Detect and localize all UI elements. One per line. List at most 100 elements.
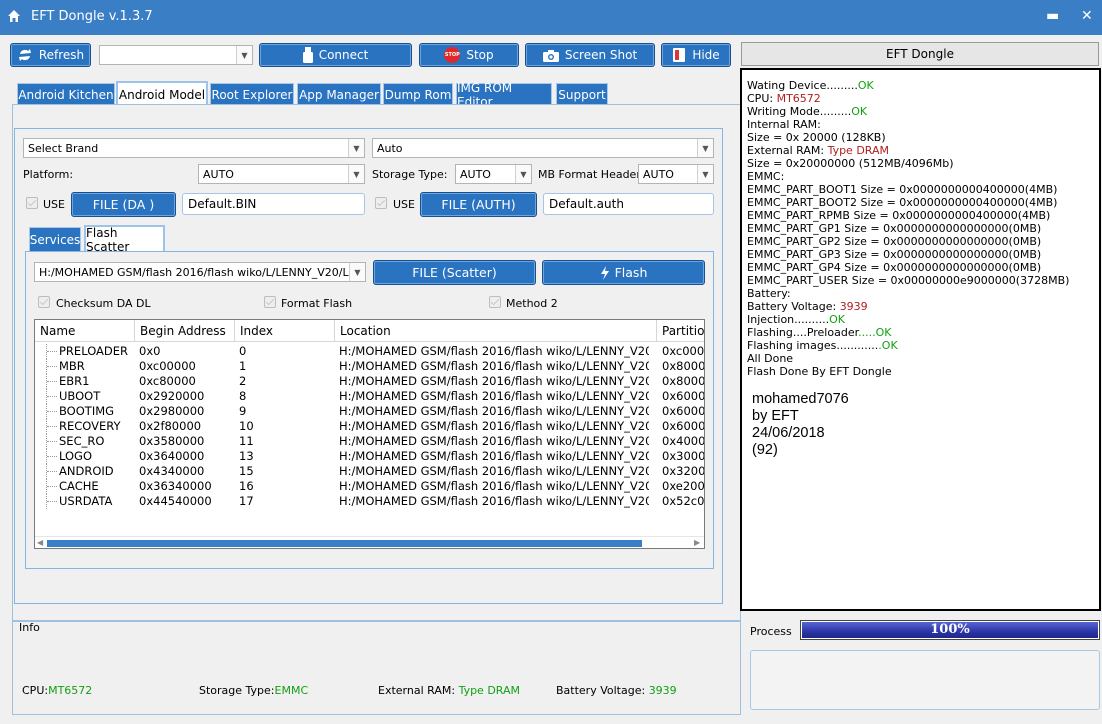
connect-label: Connect bbox=[318, 48, 369, 62]
cell-location: H:/MOHAMED GSM/flash 2016/flash wiko/L/L… bbox=[339, 434, 649, 448]
eft-dongle-header-button[interactable]: EFT Dongle bbox=[741, 42, 1099, 66]
cell-name: LOGO bbox=[59, 449, 93, 463]
brand-select[interactable]: Select Brand ▼ bbox=[23, 138, 365, 158]
cell-name: RECOVERY bbox=[59, 419, 121, 433]
connect-button[interactable]: Connect bbox=[259, 43, 412, 67]
cell-begin-address: 0x2920000 bbox=[139, 389, 205, 403]
cell-partitio: 0x80000 bbox=[662, 374, 705, 388]
flash-label: Flash bbox=[614, 265, 648, 280]
refresh-label: Refresh bbox=[38, 48, 85, 62]
minimize-icon[interactable]: ▬ bbox=[1046, 9, 1059, 23]
cell-begin-address: 0x0 bbox=[139, 344, 161, 358]
cell-partitio: 0x60000 bbox=[662, 404, 705, 418]
tree-branch bbox=[47, 501, 57, 502]
chevron-down-icon: ▼ bbox=[697, 165, 713, 183]
column-header-index[interactable]: Index bbox=[235, 320, 335, 342]
cell-name: ANDROID bbox=[59, 464, 114, 478]
cell-index: 15 bbox=[239, 464, 254, 478]
stop-button[interactable]: STOP Stop bbox=[419, 43, 519, 67]
column-header-begin-address[interactable]: Begin Address bbox=[135, 320, 235, 342]
storage-type-select[interactable]: AUTO ▼ bbox=[455, 164, 532, 184]
log-line: External RAM: Type DRAM bbox=[747, 144, 1099, 157]
scroll-right-icon[interactable]: ▶ bbox=[694, 538, 700, 547]
model-select-value: Auto bbox=[377, 141, 403, 155]
horizontal-scrollbar[interactable]: ◀ ▶ bbox=[35, 536, 704, 548]
partition-list[interactable]: Name Begin Address Index Location Partitio P… bbox=[34, 319, 705, 549]
log-segment: EMMC: bbox=[747, 170, 785, 183]
use-auth-checkbox[interactable] bbox=[375, 197, 387, 209]
camera-icon bbox=[542, 49, 559, 62]
cell-location: H:/MOHAMED GSM/flash 2016/flash wiko/L/L… bbox=[339, 374, 649, 388]
info-ram-label: External RAM: bbox=[378, 684, 459, 697]
log-segment: Injection.......... bbox=[747, 313, 830, 326]
cell-index: 11 bbox=[239, 434, 254, 448]
log-line: Flashing images.............OK bbox=[747, 339, 1099, 352]
log-segment: .OK bbox=[878, 339, 898, 352]
close-icon[interactable]: ✕ bbox=[1081, 8, 1093, 24]
info-title: Info bbox=[19, 621, 40, 634]
da-file-field[interactable]: Default.BIN bbox=[182, 193, 365, 215]
scrollbar-thumb[interactable] bbox=[47, 540, 642, 547]
tab-services[interactable]: Services bbox=[29, 227, 81, 252]
hide-button[interactable]: Hide bbox=[661, 43, 731, 67]
log-segment: EMMC_PART_GP3 Size = 0x0000000000000000(… bbox=[747, 248, 1042, 261]
format-flash-checkbox[interactable] bbox=[264, 296, 276, 308]
cell-index: 2 bbox=[239, 374, 247, 388]
cell-index: 17 bbox=[239, 494, 254, 508]
auth-file-field[interactable]: Default.auth bbox=[543, 193, 714, 215]
cell-partitio: 0xc0000 bbox=[662, 344, 705, 358]
storage-type-label: Storage Type: bbox=[372, 168, 448, 181]
log-segment: 3939 bbox=[839, 300, 868, 313]
cell-index: 8 bbox=[239, 389, 247, 403]
column-header-name[interactable]: Name bbox=[35, 320, 135, 342]
tab-flash-scatter[interactable]: Flash Scatter bbox=[84, 225, 165, 254]
file-scatter-button[interactable]: FILE (Scatter) bbox=[373, 260, 536, 285]
cell-index: 9 bbox=[239, 404, 247, 418]
column-header-location[interactable]: Location bbox=[335, 320, 657, 342]
log-segment: MT6572 bbox=[776, 92, 821, 105]
log-segment: Flash Done By EFT Dongle bbox=[747, 365, 892, 378]
log-segment: OK bbox=[857, 79, 874, 92]
cell-begin-address: 0x3640000 bbox=[139, 449, 205, 463]
info-cpu: CPU:MT6572 bbox=[22, 684, 92, 697]
platform-select-value: AUTO bbox=[203, 167, 234, 181]
checksum-checkbox[interactable] bbox=[38, 296, 50, 308]
screenshot-button[interactable]: Screen Shot bbox=[525, 43, 655, 67]
log-line: EMMC_PART_BOOT2 Size = 0x000000000040000… bbox=[747, 196, 1099, 209]
model-select[interactable]: Auto ▼ bbox=[372, 138, 714, 158]
cell-location: H:/MOHAMED GSM/flash 2016/flash wiko/L/L… bbox=[339, 389, 649, 403]
signature-block: mohamed7076 by EFT 24/06/2018 (92) bbox=[752, 391, 849, 459]
refresh-button[interactable]: Refresh bbox=[10, 43, 91, 67]
use-da-checkbox[interactable] bbox=[26, 197, 38, 209]
log-segment: Flashing images............ bbox=[747, 339, 879, 352]
tree-line bbox=[46, 464, 58, 479]
log-segment: Size = 0x20000000 (512MB/4096Mb) bbox=[747, 157, 954, 170]
file-auth-button[interactable]: FILE (AUTH) bbox=[420, 192, 537, 217]
tree-branch bbox=[47, 411, 57, 412]
mb-format-select[interactable]: AUTO ▼ bbox=[638, 164, 714, 184]
cell-partitio: 0x40000 bbox=[662, 434, 705, 448]
cell-name: PRELOADER bbox=[59, 344, 129, 358]
column-header-partitio[interactable]: Partitio bbox=[657, 320, 704, 342]
process-progress-bar: 100% bbox=[800, 620, 1100, 640]
chevron-down-icon: ▼ bbox=[348, 139, 364, 157]
tree-line bbox=[46, 359, 58, 374]
platform-select[interactable]: AUTO ▼ bbox=[198, 164, 365, 184]
scatter-path-select[interactable]: H:/MOHAMED GSM/flash 2016/flash wiko/L/L… bbox=[34, 262, 366, 282]
log-line: Internal RAM: bbox=[747, 118, 1099, 131]
log-line: Injection..........OK bbox=[747, 313, 1099, 326]
file-da-button[interactable]: FILE (DA ) bbox=[71, 192, 176, 217]
chevron-down-icon: ▼ bbox=[236, 46, 252, 64]
tree-line bbox=[46, 374, 58, 389]
home-icon[interactable] bbox=[7, 9, 21, 23]
log-segment: EMMC_PART_BOOT2 Size = 0x000000000040000… bbox=[747, 196, 1058, 209]
cell-name: EBR1 bbox=[59, 374, 90, 388]
log-segment: Writing Mode......... bbox=[747, 105, 852, 118]
flash-button[interactable]: Flash bbox=[542, 260, 705, 285]
tree-branch bbox=[47, 456, 57, 457]
log-line: EMMC_PART_BOOT1 Size = 0x000000000040000… bbox=[747, 183, 1099, 196]
port-select[interactable]: ▼ bbox=[99, 45, 253, 65]
method2-checkbox[interactable] bbox=[489, 296, 501, 308]
stop-sign-icon: STOP bbox=[444, 47, 461, 63]
scroll-left-icon[interactable]: ◀ bbox=[37, 538, 43, 547]
